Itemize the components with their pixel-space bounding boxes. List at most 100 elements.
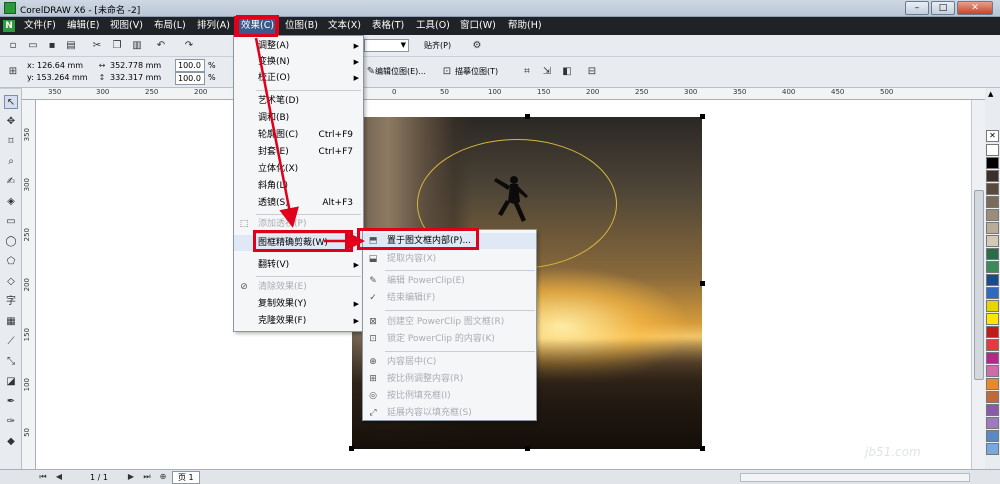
minimize-button[interactable]: – (905, 1, 929, 15)
color-swatch[interactable] (986, 443, 999, 455)
menu-item-extract-contents[interactable]: ⬓ 提取内容(X) (363, 251, 536, 267)
origin-icon[interactable]: ⊞ (6, 65, 20, 79)
color-swatch[interactable] (986, 313, 999, 325)
menu-file[interactable]: 文件(F) (21, 17, 59, 35)
selection-handle[interactable] (349, 446, 354, 451)
options-icon[interactable]: ⚙ (470, 39, 484, 53)
menu-item-stretch-to-frame[interactable]: ⤢ 延展内容以填充框(S) (363, 405, 536, 421)
menu-item-correction[interactable]: 校正(O) ▶ (234, 70, 363, 86)
horizontal-ruler[interactable]: 350 300 250 200 150 100 50 0 50 100 150 … (22, 88, 985, 100)
basic-shapes-icon[interactable]: ◇ (4, 275, 18, 289)
horizontal-scrollbar[interactable] (740, 473, 970, 482)
menu-help[interactable]: 帮助(H) (505, 17, 545, 35)
scrollbar-thumb[interactable] (974, 190, 984, 380)
vertical-scrollbar[interactable] (971, 100, 985, 469)
menu-item-lens[interactable]: 透镜(S) Alt+F3 (234, 195, 363, 211)
undo-icon[interactable]: ↶ (154, 39, 168, 53)
menu-layout[interactable]: 布局(L) (151, 17, 189, 35)
dimension-tool-icon[interactable]: ⟋ (4, 335, 18, 349)
next-page-icon[interactable]: ▶ (124, 470, 138, 484)
menu-item-flip[interactable]: 翻转(V) ▶ (234, 257, 363, 273)
snap-to-dropdown[interactable]: 贴齐(P) (424, 40, 451, 51)
selection-handle[interactable] (525, 114, 530, 119)
color-swatch[interactable] (986, 170, 999, 182)
menu-item-clone-effect[interactable]: 克隆效果(F) ▶ (234, 313, 363, 329)
color-swatch[interactable] (986, 378, 999, 390)
color-swatch[interactable] (986, 287, 999, 299)
eyedropper-tool-icon[interactable]: ✒ (4, 395, 18, 409)
shape-tool-icon[interactable]: ✥ (4, 115, 18, 129)
color-swatch[interactable] (986, 430, 999, 442)
menu-item-bevel[interactable]: 斜角(L) (234, 178, 363, 194)
menu-item-edit-powerclip[interactable]: ✎ 编辑 PowerClip(E) (363, 273, 536, 289)
resample-icon[interactable]: ⇲ (540, 65, 554, 79)
menu-item-blend[interactable]: 调和(B) (234, 110, 363, 126)
freehand-tool-icon[interactable]: ✍ (4, 175, 18, 189)
color-swatch[interactable] (986, 417, 999, 429)
color-swatch[interactable] (986, 261, 999, 273)
add-page-icon[interactable]: ⊕ (156, 470, 170, 484)
color-swatch[interactable] (986, 144, 999, 156)
scale-y-field[interactable]: 100.0 (175, 72, 205, 85)
color-swatch[interactable] (986, 222, 999, 234)
menu-item-adjust[interactable]: 调整(A) ▶ (234, 38, 363, 54)
save-icon[interactable]: ▪ (45, 39, 59, 53)
trace-bitmap-icon[interactable]: ⊡ (440, 65, 454, 79)
menu-item-center-contents[interactable]: ⊕ 内容居中(C) (363, 354, 536, 370)
interactive-effects-icon[interactable]: ◪ (4, 375, 18, 389)
menu-item-fill-frame[interactable]: ◎ 按比例填充框(I) (363, 388, 536, 404)
y-position[interactable]: y: 153.264 mm (27, 72, 88, 83)
page-tab[interactable]: 页 1 (172, 471, 200, 484)
table-tool-icon[interactable]: ▦ (4, 315, 18, 329)
menu-item-fit-contents[interactable]: ⊞ 按比例调整内容(R) (363, 371, 536, 387)
menu-window[interactable]: 窗口(W) (457, 17, 499, 35)
new-document-icon[interactable]: ▫ (6, 39, 20, 53)
color-swatch[interactable] (986, 196, 999, 208)
menu-item-transform[interactable]: 变换(N) ▶ (234, 54, 363, 70)
no-color-swatch[interactable]: ✕ (986, 130, 999, 142)
color-swatch[interactable] (986, 183, 999, 195)
redo-icon[interactable]: ↷ (182, 39, 196, 53)
menu-tools[interactable]: 工具(O) (413, 17, 453, 35)
paste-icon[interactable]: ▥ (130, 39, 144, 53)
menu-bitmaps[interactable]: 位图(B) (282, 17, 321, 35)
color-swatch[interactable] (986, 300, 999, 312)
color-swatch[interactable] (986, 339, 999, 351)
menu-item-clear-effect[interactable]: ⊘ 清除效果(E) (234, 279, 363, 295)
selection-handle[interactable] (700, 281, 705, 286)
color-swatch[interactable] (986, 326, 999, 338)
menu-item-lock-contents[interactable]: ⊡ 锁定 PowerClip 的内容(K) (363, 331, 536, 347)
color-swatch[interactable] (986, 365, 999, 377)
crop-tool-icon[interactable]: ⌑ (4, 135, 18, 149)
print-icon[interactable]: ▤ (64, 39, 78, 53)
color-swatch[interactable] (986, 157, 999, 169)
edit-bitmap-button[interactable]: 编辑位图(E)... (375, 66, 426, 77)
scale-x-field[interactable]: 100.0 (175, 59, 205, 72)
menu-item-finish-editing[interactable]: ✓ 结束编辑(F) (363, 290, 536, 306)
first-page-icon[interactable]: ⏮ (36, 470, 50, 484)
menu-text[interactable]: 文本(X) (325, 17, 364, 35)
close-button[interactable]: ✕ (957, 1, 993, 15)
menu-table[interactable]: 表格(T) (369, 17, 407, 35)
menu-item-contour[interactable]: 轮廓图(C) Ctrl+F9 (234, 127, 363, 143)
color-swatch[interactable] (986, 248, 999, 260)
bitmap-color-mask-icon[interactable]: ◧ (560, 65, 574, 79)
smart-fill-icon[interactable]: ◈ (4, 195, 18, 209)
color-swatch[interactable] (986, 391, 999, 403)
trace-bitmap-button[interactable]: 描摹位图(T) (455, 66, 498, 77)
menu-item-extrude[interactable]: 立体化(X) (234, 161, 363, 177)
crop-bitmap-icon[interactable]: ⌗ (520, 65, 534, 79)
color-swatch[interactable] (986, 209, 999, 221)
menu-item-artistic-media[interactable]: 艺术笔(D) (234, 93, 363, 109)
open-icon[interactable]: ▭ (26, 39, 40, 53)
connector-tool-icon[interactable]: ⤡ (4, 355, 18, 369)
color-swatch[interactable] (986, 352, 999, 364)
text-tool-icon[interactable]: 字 (4, 295, 18, 309)
color-swatch[interactable] (986, 404, 999, 416)
rectangle-tool-icon[interactable]: ▭ (4, 215, 18, 229)
outline-tool-icon[interactable]: ✑ (4, 415, 18, 429)
x-position[interactable]: x: 126.64 mm (27, 60, 83, 71)
menu-edit[interactable]: 编辑(E) (64, 17, 102, 35)
object-height[interactable]: 332.317 mm (110, 72, 161, 83)
pick-tool-icon[interactable]: ↖ (4, 95, 18, 109)
